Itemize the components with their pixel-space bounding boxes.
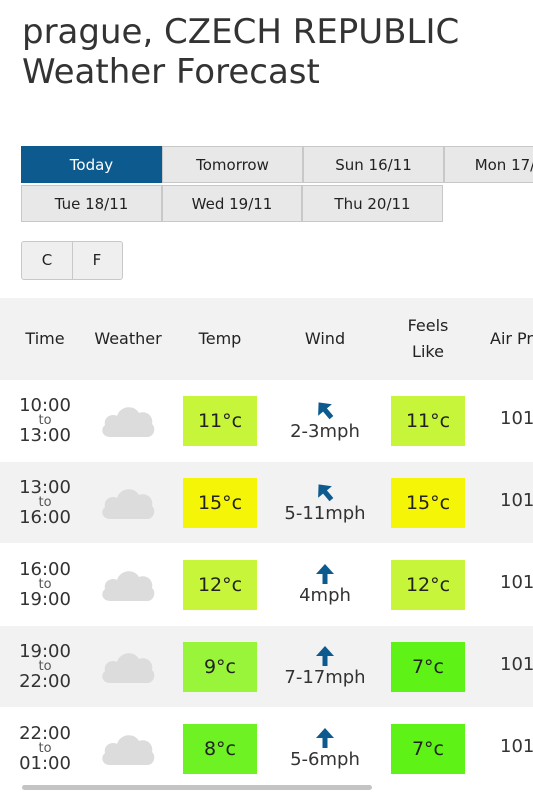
wind-speed: 7-17mph — [284, 667, 366, 688]
temp-value: 8°c — [183, 724, 257, 774]
feels-like-value: 15°c — [391, 478, 465, 528]
header-weather: Weather — [94, 329, 162, 348]
scrollbar-thumb[interactable] — [22, 785, 372, 790]
celsius-button[interactable]: C — [22, 242, 73, 279]
wind-speed: 5-11mph — [284, 503, 366, 524]
wind-arrow-icon — [316, 728, 334, 748]
time-to: 19:00 — [19, 588, 71, 610]
feels-like-value: 7°c — [391, 642, 465, 692]
page-title: prague, CZECH REPUBLIC Weather Forecast — [22, 12, 459, 92]
cloud-icon — [102, 489, 155, 519]
time-to: 13:00 — [19, 424, 71, 446]
wind-speed: 5-6mph — [290, 749, 360, 770]
time-from: 19:00 — [19, 640, 71, 662]
cloud-icon — [102, 407, 155, 437]
air-pressure-value: 101 — [500, 736, 533, 757]
air-pressure-value: 101 — [500, 490, 533, 511]
header-feels-line1: Feels — [407, 316, 449, 335]
tab-tue-18-11[interactable]: Tue 18/11 — [21, 185, 162, 222]
fahrenheit-button[interactable]: F — [72, 242, 122, 279]
header-wind: Wind — [304, 329, 346, 348]
wind-cell: 5-6mph — [280, 708, 370, 784]
unit-toggle: C F — [21, 241, 123, 280]
time-range: 10:00 to 13:00 — [10, 380, 80, 461]
tab-sun-16-11[interactable]: Sun 16/11 — [303, 146, 444, 183]
table-row: 10:00 to 13:00 11°c 2-3mph 11°c 101 — [0, 380, 533, 461]
wind-arrow-icon — [316, 646, 334, 666]
table-row: 19:00 to 22:00 9°c 7-17mph 7°c 101 — [0, 626, 533, 707]
header-time: Time — [25, 329, 65, 348]
title-location: prague, CZECH REPUBLIC — [22, 12, 460, 52]
time-to: 22:00 — [19, 670, 71, 692]
air-pressure-value: 101 — [500, 654, 533, 675]
time-from: 16:00 — [19, 558, 71, 580]
wind-cell: 5-11mph — [280, 462, 370, 543]
feels-like-value: 12°c — [391, 560, 465, 610]
header-feels-like: Feels Like — [390, 298, 466, 380]
title-subtitle: Weather Forecast — [22, 52, 320, 92]
time-range: 19:00 to 22:00 — [10, 626, 80, 707]
temp-value: 9°c — [183, 642, 257, 692]
temp-value: 15°c — [183, 478, 257, 528]
time-to: 16:00 — [19, 506, 71, 528]
wind-cell: 2-3mph — [280, 380, 370, 461]
air-pressure-value: 101 — [500, 572, 533, 593]
cloud-icon — [102, 735, 155, 765]
temp-value: 11°c — [183, 396, 257, 446]
air-pressure-value: 101 — [500, 408, 533, 429]
tab-mon-17-11[interactable]: Mon 17/11 — [444, 146, 533, 183]
feels-like-value: 11°c — [391, 396, 465, 446]
cloud-icon — [102, 653, 155, 683]
time-from: 10:00 — [19, 394, 71, 416]
wind-arrow-icon — [316, 564, 334, 584]
table-header: Time Weather Temp Wind Feels Like Air Pr — [0, 298, 533, 380]
tab-wed-19-11[interactable]: Wed 19/11 — [162, 185, 302, 222]
time-range: 13:00 to 16:00 — [10, 462, 80, 543]
wind-speed: 4mph — [299, 585, 351, 606]
time-range: 22:00 to 01:00 — [10, 708, 80, 784]
time-to: 01:00 — [19, 752, 71, 774]
temp-value: 12°c — [183, 560, 257, 610]
header-air-pressure: Air Pr — [490, 329, 533, 348]
tab-today[interactable]: Today — [21, 146, 162, 183]
wind-speed: 2-3mph — [290, 421, 360, 442]
table-row: 22:00 to 01:00 8°c 5-6mph 7°c 101 — [0, 708, 533, 784]
cloud-icon — [102, 571, 155, 601]
wind-cell: 7-17mph — [280, 626, 370, 707]
horizontal-scrollbar[interactable] — [0, 784, 533, 800]
header-temp: Temp — [198, 329, 242, 348]
feels-like-value: 7°c — [391, 724, 465, 774]
table-row: 16:00 to 19:00 12°c 4mph 12°c 101 — [0, 544, 533, 625]
tab-tomorrow[interactable]: Tomorrow — [162, 146, 303, 183]
tab-thu-20-11[interactable]: Thu 20/11 — [302, 185, 443, 222]
forecast-table: Time Weather Temp Wind Feels Like Air Pr… — [0, 298, 533, 784]
time-from: 13:00 — [19, 476, 71, 498]
wind-cell: 4mph — [280, 544, 370, 625]
time-range: 16:00 to 19:00 — [10, 544, 80, 625]
day-tabs: Today Tomorrow Sun 16/11 Mon 17/11 Tue 1… — [21, 146, 533, 224]
time-from: 22:00 — [19, 722, 71, 744]
header-feels-line2: Like — [412, 342, 444, 361]
table-row: 13:00 to 16:00 15°c 5-11mph 15°c 101 — [0, 462, 533, 543]
